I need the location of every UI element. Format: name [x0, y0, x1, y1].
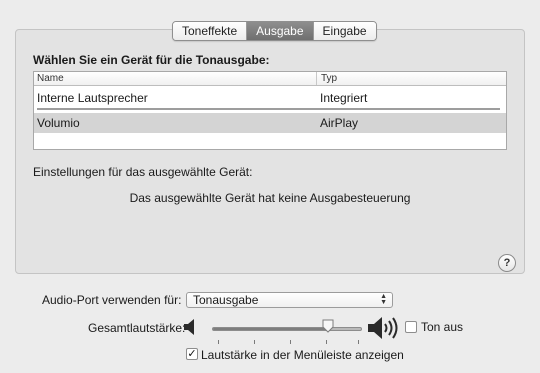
device-type: AirPlay [320, 116, 359, 130]
device-name: Interne Lautsprecher [37, 91, 148, 105]
panel-heading: Wählen Sie ein Gerät für die Tonausgabe: [33, 53, 270, 67]
tab-bar: Toneffekte Ausgabe Eingabe [172, 21, 377, 41]
updown-arrows-icon: ▲ ▼ [380, 293, 387, 306]
slider-tick [290, 340, 291, 344]
tab-eingabe[interactable]: Eingabe [313, 22, 376, 40]
slider-tick [326, 340, 327, 344]
tab-ausgabe[interactable]: Ausgabe [247, 22, 314, 40]
no-control-message: Das ausgewählte Gerät hat keine Ausgabes… [129, 191, 411, 205]
device-table[interactable]: Name Typ Interne Lautsprecher Integriert… [33, 71, 507, 150]
checkmark-icon: ✓ [187, 348, 197, 360]
row-divider [37, 108, 500, 110]
settings-label: Einstellungen für das ausgewählte Gerät: [33, 165, 253, 179]
tab-toneffekte[interactable]: Toneffekte [173, 22, 248, 40]
slider-tick [218, 340, 219, 344]
audio-port-value: Tonausgabe [193, 293, 259, 307]
volume-slider-fill [213, 328, 329, 330]
speaker-high-icon [367, 315, 399, 344]
column-header-name[interactable]: Name [37, 72, 64, 85]
audio-port-select[interactable]: Tonausgabe ▲ ▼ [186, 292, 393, 308]
volume-label: Gesamtlautstärke: [88, 321, 186, 335]
help-button[interactable]: ? [498, 254, 516, 272]
table-row-selected[interactable]: Volumio AirPlay [34, 113, 506, 133]
column-header-type[interactable]: Typ [316, 72, 337, 85]
volume-slider-knob[interactable] [322, 319, 334, 333]
speaker-low-icon [183, 318, 197, 339]
slider-tick [358, 340, 359, 344]
audio-port-label: Audio-Port verwenden für: [42, 293, 182, 307]
table-header: Name Typ [34, 72, 506, 86]
mute-label: Ton aus [421, 320, 464, 334]
volume-slider-track[interactable] [212, 327, 362, 331]
table-row[interactable]: Interne Lautsprecher Integriert [34, 88, 506, 108]
menubar-option-label: Lautstärke in der Menüleiste anzeigen [201, 348, 404, 362]
slider-tick [254, 340, 255, 344]
menubar-checkbox[interactable]: ✓ [186, 348, 198, 360]
device-type: Integriert [320, 91, 368, 105]
device-name: Volumio [37, 116, 80, 130]
mute-checkbox[interactable] [405, 321, 417, 333]
